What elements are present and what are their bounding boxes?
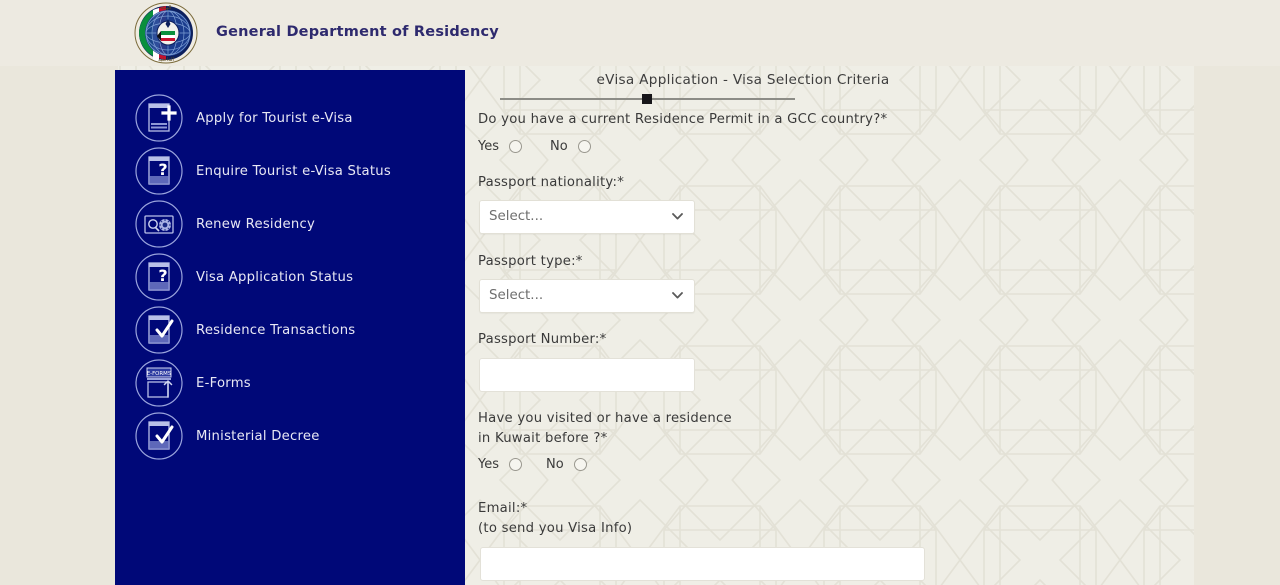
email-label: Email:* xyxy=(478,501,528,516)
kuwait-visit-no-radio[interactable] xyxy=(573,458,587,471)
document-question-icon: ? xyxy=(135,147,183,195)
gcc-permit-no-option[interactable]: No xyxy=(550,139,591,154)
chevron-down-icon xyxy=(672,292,683,299)
sidebar-item-label: Enquire Tourist e-Visa Status xyxy=(196,163,391,179)
visa-application-form: eVisa Application - Visa Selection Crite… xyxy=(465,66,1165,585)
passport-number-label: Passport Number:* xyxy=(478,332,607,347)
sidebar-item-enquire-tourist-e-visa-status[interactable]: ? Enquire Tourist e-Visa Status xyxy=(115,145,465,197)
kuwait-visit-yes-label: Yes xyxy=(478,457,499,472)
background-left-wash xyxy=(0,0,118,585)
svg-text:الهيئة: الهيئة xyxy=(161,5,172,11)
email-hint: (to send you Visa Info) xyxy=(478,521,633,536)
passport-nationality-label: Passport nationality:* xyxy=(478,175,625,190)
passport-nationality-select[interactable]: Select... xyxy=(479,200,695,234)
sidebar-item-ministerial-decree[interactable]: Ministerial Decree xyxy=(115,410,465,462)
eforms-upload-icon: E-FORMS xyxy=(135,359,183,407)
sidebar-item-label: Apply for Tourist e-Visa xyxy=(196,110,353,126)
gcc-permit-no-radio[interactable] xyxy=(577,140,591,153)
gcc-permit-question-label: Do you have a current Residence Permit i… xyxy=(478,112,888,127)
kuwait-visit-radio-row: Yes No xyxy=(478,457,678,475)
chevron-down-icon xyxy=(672,213,683,220)
sidebar-item-residence-transactions[interactable]: Residence Transactions xyxy=(115,304,465,356)
gcc-permit-radio-row: Yes No xyxy=(478,139,678,157)
email-input[interactable] xyxy=(481,548,924,580)
form-title: eVisa Application - Visa Selection Crite… xyxy=(596,72,890,88)
kuwait-visit-yes-radio[interactable] xyxy=(509,458,522,471)
document-plus-icon xyxy=(135,94,183,142)
passport-nationality-value: Select... xyxy=(489,209,544,224)
page-title: General Department of Residency xyxy=(216,24,499,40)
gcc-permit-yes-option[interactable]: Yes xyxy=(478,139,522,154)
kuwait-visit-no-option[interactable]: No xyxy=(546,457,587,472)
kuwait-visit-yes-option[interactable]: Yes xyxy=(478,457,522,472)
sidebar-item-renew-residency[interactable]: Renew Residency xyxy=(115,198,465,250)
gcc-permit-yes-label: Yes xyxy=(478,139,499,154)
document-check-icon xyxy=(135,412,183,460)
passport-type-select[interactable]: Select... xyxy=(479,279,695,313)
kuwait-moi-emblem-icon: الهيئة الداخلية xyxy=(134,2,198,64)
passport-type-value: Select... xyxy=(489,288,544,303)
progress-marker xyxy=(642,94,652,104)
sidebar-item-label: Renew Residency xyxy=(196,216,315,232)
sidebar-navigation: Apply for Tourist e-Visa ? Enquire Touri… xyxy=(115,70,465,585)
document-check-icon xyxy=(135,306,183,354)
svg-text:الداخلية: الداخلية xyxy=(158,57,174,63)
id-card-renew-icon xyxy=(135,200,183,248)
passport-type-label: Passport type:* xyxy=(478,254,583,269)
background-right-wash xyxy=(1194,0,1280,585)
kuwait-visit-no-label: No xyxy=(546,457,564,472)
document-question-icon: ? xyxy=(135,253,183,301)
passport-number-field[interactable] xyxy=(479,358,695,392)
form-progress-indicator xyxy=(500,94,795,104)
sidebar-item-label: Visa Application Status xyxy=(196,269,354,285)
sidebar-item-label: Residence Transactions xyxy=(196,322,356,338)
sidebar-item-label: E-Forms xyxy=(196,375,251,391)
svg-text:?: ? xyxy=(158,160,167,179)
page-header: الهيئة الداخلية General Department of Re… xyxy=(0,0,1280,66)
sidebar-item-label: Ministerial Decree xyxy=(196,428,320,444)
kuwait-visit-question-label: Have you visited or have a residence in … xyxy=(478,411,732,446)
sidebar-item-apply-for-tourist-e-visa[interactable]: Apply for Tourist e-Visa xyxy=(115,92,465,144)
sidebar-item-visa-application-status[interactable]: ? Visa Application Status xyxy=(115,251,465,303)
passport-number-input[interactable] xyxy=(480,359,694,391)
gcc-permit-yes-radio[interactable] xyxy=(509,140,522,153)
sidebar-item-e-forms[interactable]: E-FORMS E-Forms xyxy=(115,357,465,409)
gcc-permit-no-label: No xyxy=(550,139,568,154)
svg-text:?: ? xyxy=(158,266,167,285)
svg-text:E-FORMS: E-FORMS xyxy=(147,371,172,377)
email-field[interactable] xyxy=(480,547,925,581)
